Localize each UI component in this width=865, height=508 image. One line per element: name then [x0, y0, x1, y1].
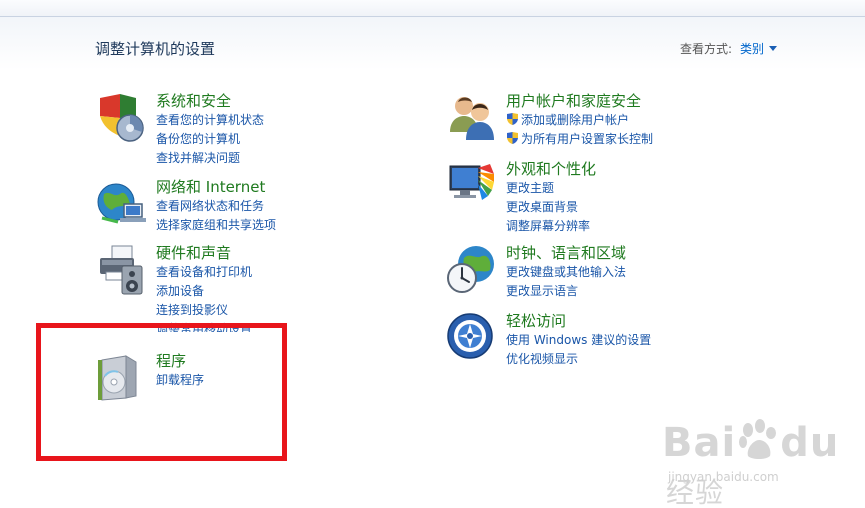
users-icon — [450, 97, 494, 140]
watermark-brand: Bai — [662, 420, 737, 466]
link-display-language[interactable]: 更改显示语言 — [506, 282, 626, 301]
highlight-box — [36, 323, 287, 461]
clock-globe-icon — [447, 246, 494, 293]
category-title[interactable]: 时钟、语言和区域 — [506, 242, 626, 263]
link-screen-resolution[interactable]: 调整屏幕分辨率 — [506, 217, 590, 236]
security-shield-icon — [100, 94, 144, 142]
printer-speaker-icon — [100, 245, 143, 295]
category-title[interactable]: 硬件和声音 — [156, 242, 231, 263]
link-label: 为所有用户设置家长控制 — [521, 132, 654, 146]
link-homegroup-sharing[interactable]: 选择家庭组和共享选项 — [156, 216, 276, 235]
uac-shield-icon — [507, 132, 518, 144]
link-view-computer-status[interactable]: 查看您的计算机状态 — [156, 111, 264, 130]
top-bar — [0, 0, 865, 17]
link-devices-printers[interactable]: 查看设备和打印机 — [156, 263, 252, 282]
control-panel-window: 调整计算机的设置 查看方式: 类别 系统和安全 查看您的计算机状态 备份您的计算机… — [0, 0, 865, 508]
baidu-watermark: Bai du经验 — [662, 418, 865, 508]
paw-logo-icon — [739, 419, 777, 459]
network-globe-icon — [97, 183, 146, 224]
category-title[interactable]: 用户帐户和家庭安全 — [506, 90, 641, 111]
link-network-status[interactable]: 查看网络状态和任务 — [156, 197, 276, 216]
view-by: 查看方式: 类别 — [680, 40, 778, 57]
link-backup-computer[interactable]: 备份您的计算机 — [156, 130, 264, 149]
view-by-dropdown[interactable]: 类别 — [740, 42, 764, 56]
category-title[interactable]: 外观和个性化 — [506, 158, 596, 179]
link-change-theme[interactable]: 更改主题 — [506, 179, 590, 198]
chevron-down-icon[interactable] — [769, 46, 778, 51]
category-title[interactable]: 轻松访问 — [506, 310, 566, 331]
link-parental-controls[interactable]: 为所有用户设置家长控制 — [506, 130, 653, 149]
link-troubleshoot[interactable]: 查找并解决问题 — [156, 149, 264, 168]
page-title: 调整计算机的设置 — [95, 40, 216, 58]
link-add-remove-accounts[interactable]: 添加或删除用户帐户 — [506, 111, 653, 130]
ease-of-access-icon — [447, 313, 493, 359]
view-by-label: 查看方式: — [680, 42, 733, 56]
link-label: 添加或删除用户帐户 — [521, 113, 630, 127]
watermark-brand2: du — [780, 420, 840, 466]
link-desktop-background[interactable]: 更改桌面背景 — [506, 198, 590, 217]
category-title[interactable]: 网络和 Internet — [156, 176, 265, 197]
link-add-device[interactable]: 添加设备 — [156, 282, 252, 301]
link-recommended-settings[interactable]: 使用 Windows 建议的设置 — [506, 331, 651, 350]
category-title[interactable]: 系统和安全 — [156, 90, 231, 111]
link-connect-projector[interactable]: 连接到投影仪 — [156, 301, 252, 320]
uac-shield-icon — [507, 113, 518, 125]
appearance-monitor-icon — [449, 164, 494, 200]
watermark-url: jingyan.baidu.com — [668, 470, 779, 484]
link-keyboard-input[interactable]: 更改键盘或其他输入法 — [506, 263, 626, 282]
link-optimize-visual-display[interactable]: 优化视频显示 — [506, 350, 651, 369]
